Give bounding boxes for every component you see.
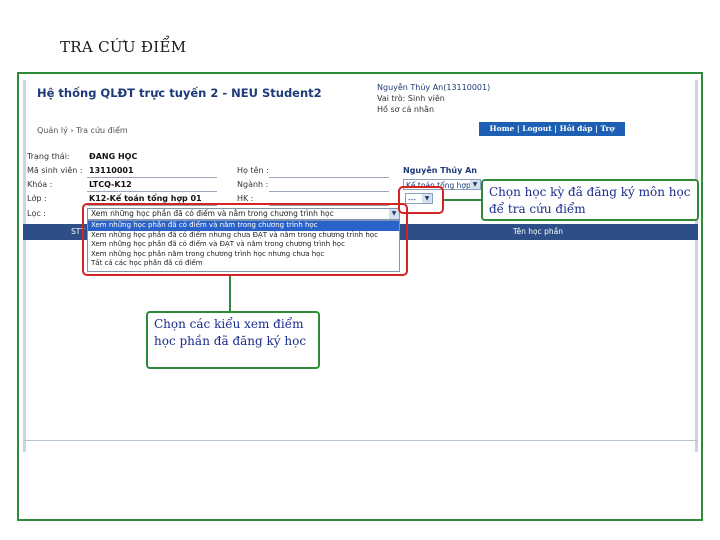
filter-label: Lọc : — [27, 209, 46, 218]
window-bottom-edge — [23, 440, 698, 441]
status-label: Trạng thái: — [27, 152, 70, 161]
chevron-down-icon: ▼ — [470, 180, 480, 189]
app-title: Hệ thống QLĐT trực tuyến 2 - NEU Student… — [37, 86, 322, 100]
course-label: Khóa : — [27, 180, 53, 189]
semester-callout: Chọn học kỳ đã đăng ký môn học để tra cứ… — [481, 179, 699, 221]
user-role: Vai trò: Sinh viên — [377, 94, 445, 103]
left-border — [23, 80, 26, 452]
fullname-label: Họ tên : — [237, 166, 269, 175]
status-value: ĐANG HỌC — [89, 152, 138, 161]
filter-highlight-box — [82, 203, 408, 276]
student-id-label: Mã sinh viên : — [27, 166, 83, 175]
right-border — [695, 80, 698, 452]
user-name: Nguyễn Thúy An(13110001) — [377, 83, 491, 92]
class-value: K12-Kế toán tổng hợp 01 — [89, 194, 202, 203]
fullname-value: Nguyễn Thúy An — [403, 166, 477, 175]
profile-link[interactable]: Hồ sơ cá nhân — [377, 104, 490, 115]
breadcrumb: Quản lý › Tra cứu điểm — [37, 126, 128, 135]
course-underline — [87, 191, 217, 192]
student-id-value: 13110001 — [89, 166, 134, 175]
fullname-underline — [269, 177, 389, 178]
course-value: LTCQ-K12 — [89, 180, 132, 189]
semester-highlight-box — [398, 186, 444, 214]
column-header-course-name: Tên học phần — [513, 227, 563, 236]
student-id-underline — [87, 177, 217, 178]
class-label: Lớp : — [27, 194, 47, 203]
filter-callout: Chọn các kiểu xem điểm học phần đã đăng … — [146, 311, 320, 369]
semester-label: HK : — [237, 194, 254, 203]
semester-connector-line — [444, 199, 484, 201]
top-nav-links[interactable]: Home | Logout | Hỏi đáp | Trợ giúp — [479, 122, 625, 147]
major-underline — [269, 191, 389, 192]
filter-connector-line — [229, 276, 231, 312]
user-info: Nguyễn Thúy An(13110001) Vai trò: Sinh v… — [377, 82, 490, 115]
slide-title: TRA CỨU ĐIỂM — [60, 38, 187, 56]
major-label: Ngành : — [237, 180, 269, 189]
